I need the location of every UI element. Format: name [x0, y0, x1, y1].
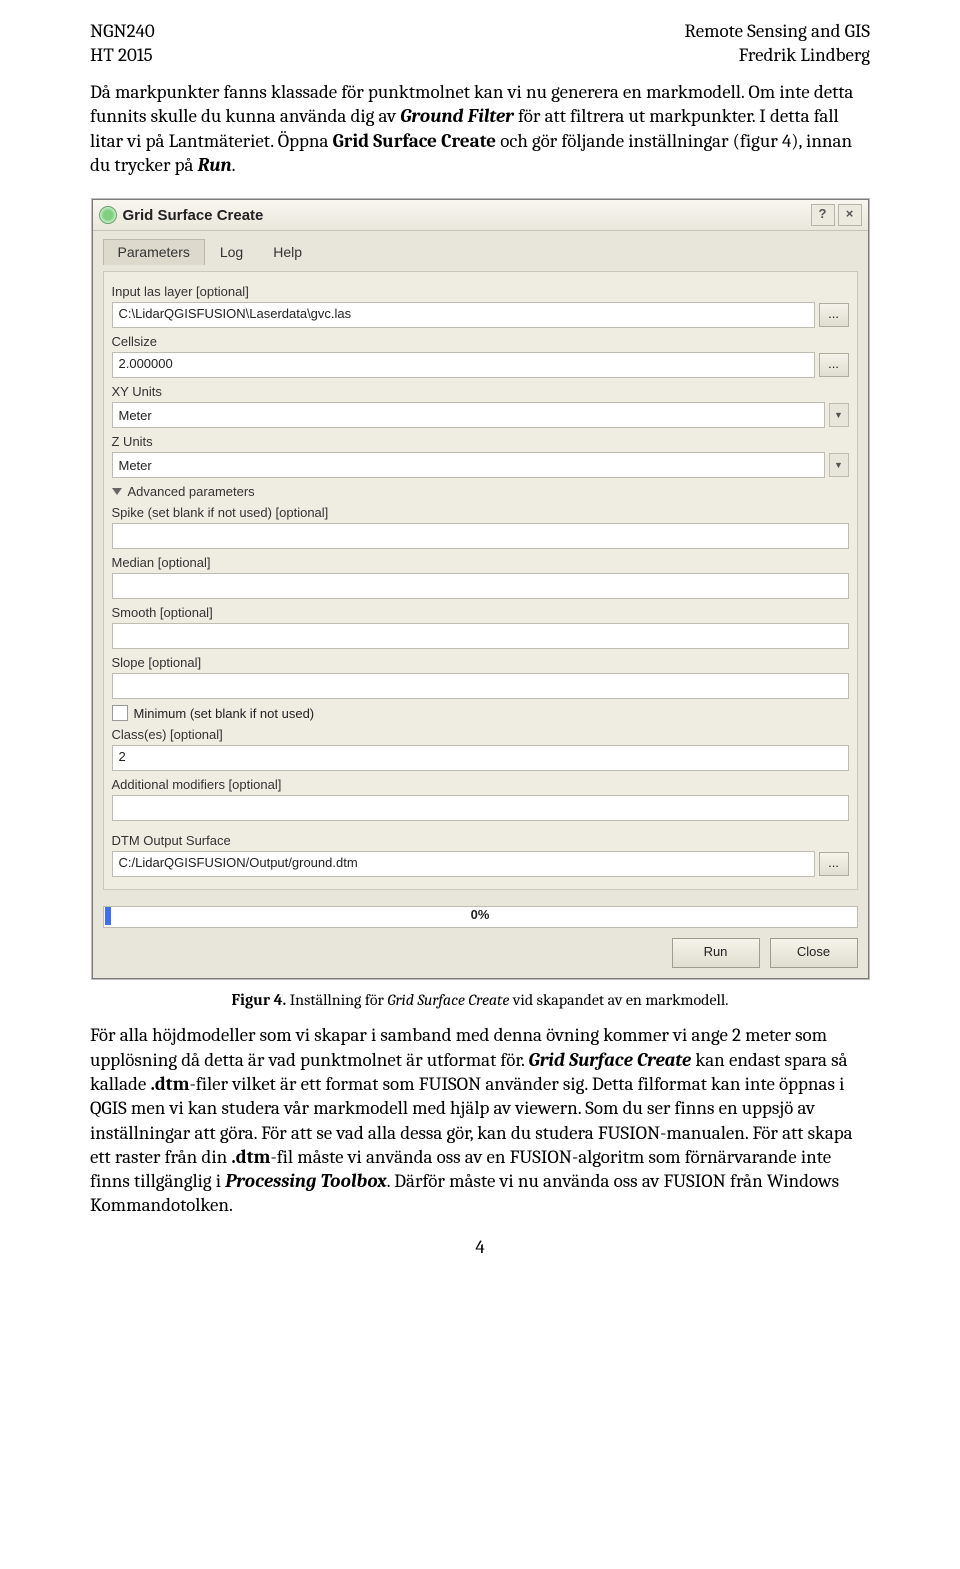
advanced-parameters-toggle[interactable]: Advanced parameters: [112, 484, 849, 499]
minimum-checkbox[interactable]: [112, 705, 128, 721]
cellsize-browse-button[interactable]: ...: [819, 353, 849, 377]
tab-parameters[interactable]: Parameters: [103, 239, 205, 265]
para1-t4: .: [232, 154, 236, 176]
dtm-output-field[interactable]: C:/LidarQGISFUSION/Output/ground.dtm: [112, 851, 815, 877]
xy-units-value: Meter: [119, 408, 152, 423]
grid-surface-create-ref2: Grid Surface Create: [529, 1049, 692, 1071]
dialog-icon: [99, 206, 117, 224]
dtm-output-browse-button[interactable]: ...: [819, 852, 849, 876]
advanced-parameters-label: Advanced parameters: [128, 484, 255, 499]
chevron-down-icon: [112, 488, 122, 495]
label-cellsize: Cellsize: [112, 334, 849, 349]
dtm-ext-ref: .dtm: [150, 1073, 189, 1095]
grid-surface-create-dialog: Grid Surface Create ? × Parameters Log H…: [92, 199, 869, 979]
label-spike: Spike (set blank if not used) [optional]: [112, 505, 849, 520]
dialog-tabs: Parameters Log Help: [103, 239, 858, 265]
figcap-t1: Inställning för: [286, 991, 387, 1009]
label-additional: Additional modifiers [optional]: [112, 777, 849, 792]
label-xy-units: XY Units: [112, 384, 849, 399]
run-ref: Run: [198, 154, 232, 176]
header-term: HT 2015: [90, 44, 153, 66]
run-button[interactable]: Run: [672, 938, 760, 968]
z-units-select[interactable]: Meter: [112, 452, 825, 478]
help-button[interactable]: ?: [811, 204, 835, 226]
header-author: Fredrik Lindberg: [739, 44, 870, 66]
tab-log[interactable]: Log: [205, 239, 258, 265]
label-input-las: Input las layer [optional]: [112, 284, 849, 299]
figcap-t2: vid skapandet av en markmodell.: [509, 991, 728, 1009]
z-units-value: Meter: [119, 458, 152, 473]
smooth-field[interactable]: [112, 623, 849, 649]
grid-surface-create-ref: Grid Surface Create: [333, 130, 496, 152]
spike-field[interactable]: [112, 523, 849, 549]
close-button[interactable]: Close: [770, 938, 858, 968]
input-las-field[interactable]: C:\LidarQGISFUSION\Laserdata\gvc.las: [112, 302, 815, 328]
progress-bar: 0%: [103, 906, 858, 928]
median-field[interactable]: [112, 573, 849, 599]
xy-units-dropdown-icon[interactable]: ▼: [829, 403, 849, 427]
figcap-em: Grid Surface Create: [387, 991, 509, 1009]
label-smooth: Smooth [optional]: [112, 605, 849, 620]
figure-caption: Figur 4. Inställning för Grid Surface Cr…: [90, 991, 870, 1009]
paragraph-2: För alla höjdmodeller som vi skapar i sa…: [90, 1023, 870, 1218]
label-minimum: Minimum (set blank if not used): [134, 706, 315, 721]
z-units-dropdown-icon[interactable]: ▼: [829, 453, 849, 477]
parameters-panel: Input las layer [optional] C:\LidarQGISF…: [103, 271, 858, 890]
header-course-code: NGN240: [90, 20, 155, 42]
paragraph-1: Då markpunkter fanns klassade för punktm…: [90, 80, 870, 177]
slope-field[interactable]: [112, 673, 849, 699]
label-median: Median [optional]: [112, 555, 849, 570]
label-slope: Slope [optional]: [112, 655, 849, 670]
label-classes: Class(es) [optional]: [112, 727, 849, 742]
progress-knob: [105, 907, 111, 925]
label-dtm-output: DTM Output Surface: [112, 833, 849, 848]
close-x-button[interactable]: ×: [838, 204, 862, 226]
figure-number: Figur 4.: [232, 991, 287, 1009]
label-z-units: Z Units: [112, 434, 849, 449]
page-number: 4: [90, 1236, 870, 1258]
dtm-ext-ref2: .dtm: [231, 1146, 270, 1168]
classes-field[interactable]: 2: [112, 745, 849, 771]
cellsize-field[interactable]: 2.000000: [112, 352, 815, 378]
progress-label: 0%: [471, 907, 490, 922]
xy-units-select[interactable]: Meter: [112, 402, 825, 428]
input-las-browse-button[interactable]: ...: [819, 303, 849, 327]
tab-help[interactable]: Help: [258, 239, 317, 265]
additional-field[interactable]: [112, 795, 849, 821]
ground-filter-ref: Ground Filter: [400, 105, 514, 127]
dialog-titlebar: Grid Surface Create ? ×: [93, 200, 868, 231]
dialog-title: Grid Surface Create: [123, 207, 808, 224]
processing-toolbox-ref: Processing Toolbox: [225, 1170, 386, 1192]
header-course-title: Remote Sensing and GIS: [684, 20, 870, 42]
